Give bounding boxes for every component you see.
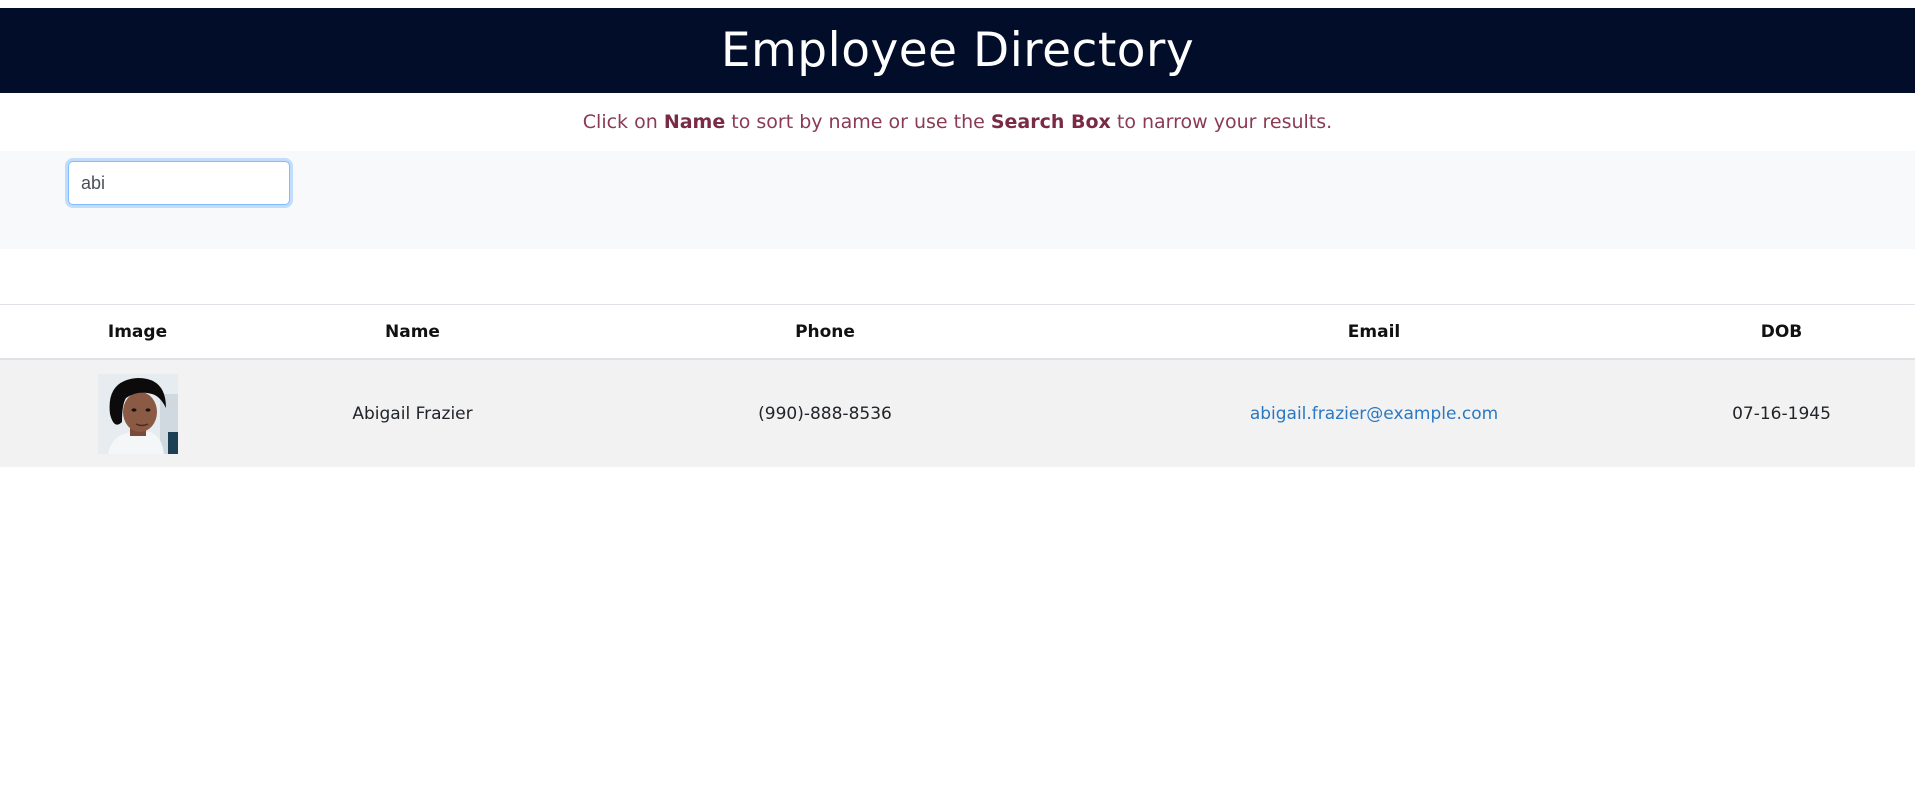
search-bar [0, 151, 1915, 249]
app-header: Employee Directory [0, 8, 1915, 93]
column-header-dob: DOB [1648, 304, 1915, 360]
column-header-phone: Phone [550, 304, 1100, 360]
column-header-image: Image [0, 304, 275, 360]
instructions: Click on Name to sort by name or use the… [0, 93, 1915, 151]
page-title: Employee Directory [720, 23, 1195, 78]
instructions-name-keyword: Name [663, 111, 726, 133]
table-row: Abigail Frazier (990)-888-8536 abigail.f… [0, 359, 1915, 467]
top-strip [0, 0, 1915, 8]
table-header-row: Image Name Phone Email DOB [0, 304, 1915, 360]
cell-email: abigail.frazier@example.com [1100, 359, 1648, 467]
cell-image [0, 359, 275, 467]
search-input[interactable] [68, 161, 290, 205]
employee-photo [97, 373, 178, 454]
instructions-prefix: Click on [582, 111, 664, 133]
email-link[interactable]: abigail.frazier@example.com [1250, 404, 1498, 424]
column-header-email: Email [1100, 304, 1648, 360]
cell-dob: 07-16-1945 [1732, 403, 1831, 424]
instructions-search-keyword: Search Box [990, 111, 1111, 133]
cell-name: Abigail Frazier [352, 403, 473, 424]
instructions-middle: to sort by name or use the [725, 111, 991, 133]
column-header-name[interactable]: Name [275, 304, 550, 360]
instructions-suffix: to narrow your results. [1110, 111, 1333, 133]
employee-table: Image Name Phone Email DOB Abigail Frazi… [0, 304, 1915, 467]
cell-phone: (990)-888-8536 [758, 403, 892, 424]
